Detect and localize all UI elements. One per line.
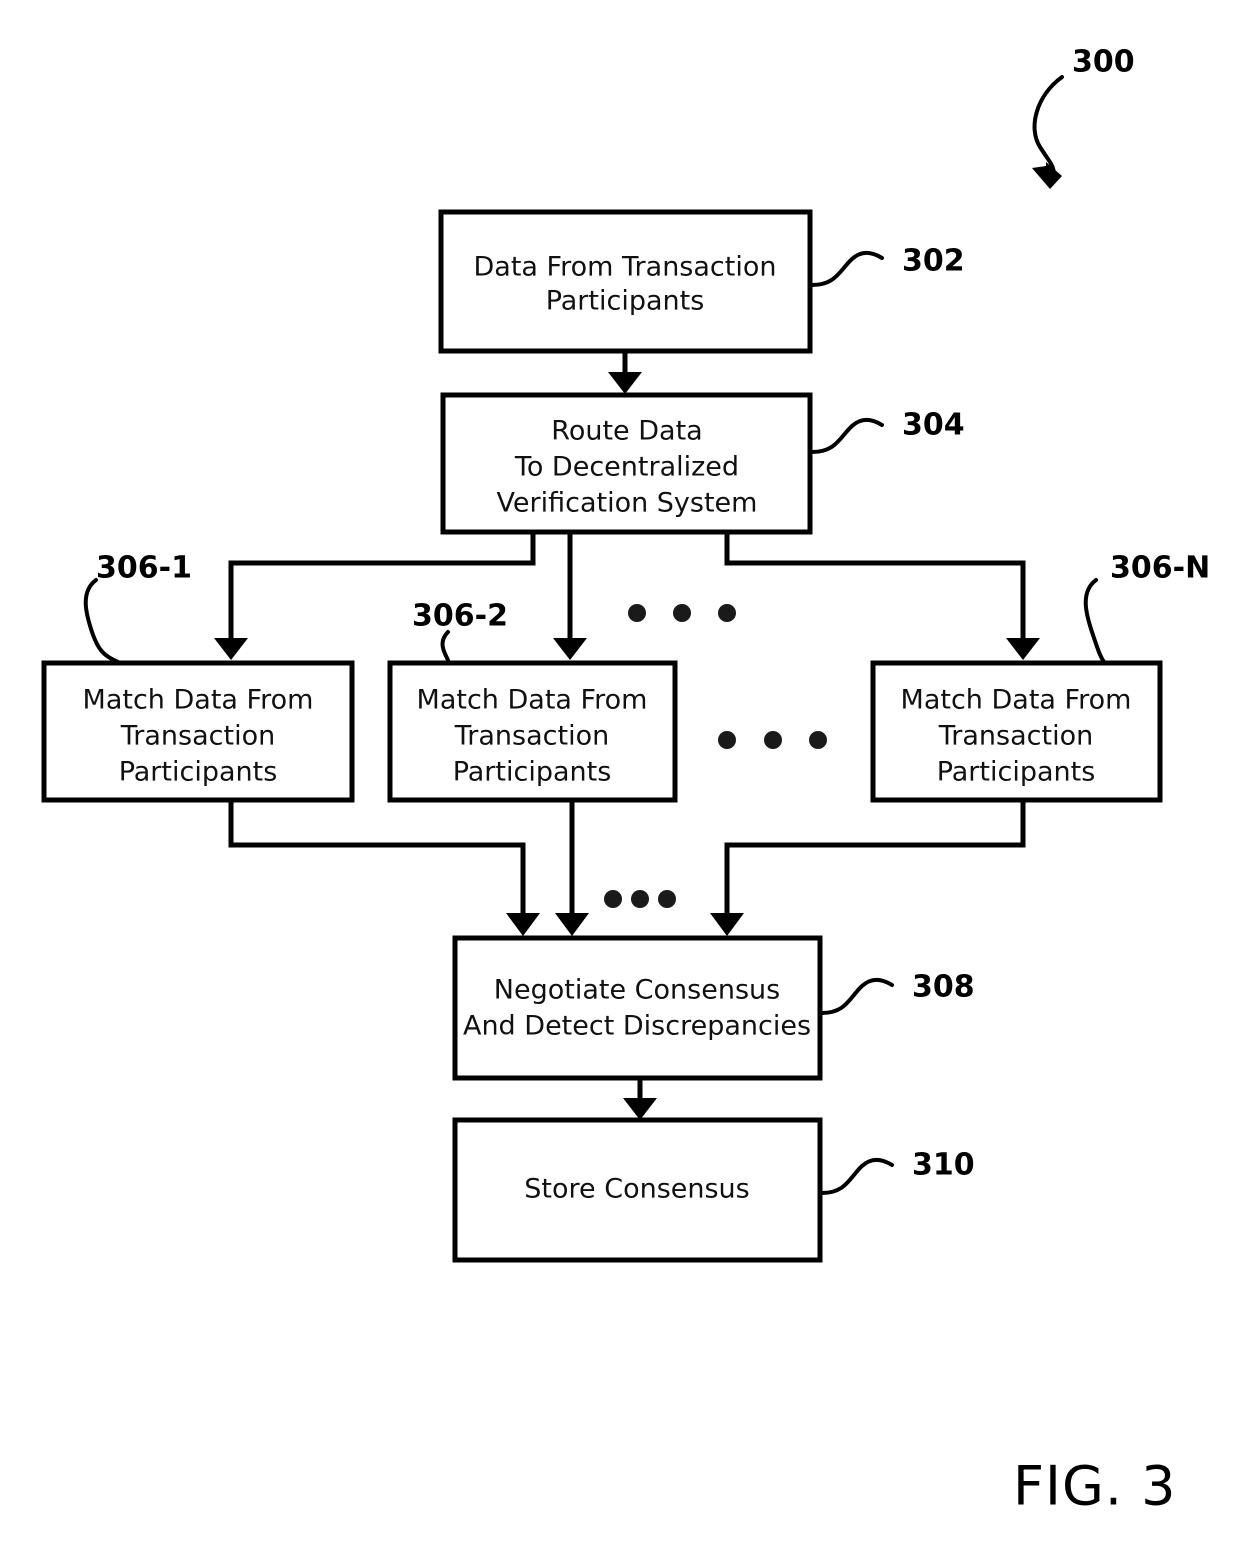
node-306-2-line-3: Participants — [453, 757, 612, 788]
node-304-line-3: Verification System — [497, 488, 758, 519]
ellipsis-top-dot-2 — [673, 604, 691, 622]
node-306-n-line-2: Transaction — [938, 721, 1093, 752]
ref-label-310: 310 — [912, 1148, 975, 1183]
fanout-304-to-306-n — [724, 532, 1040, 660]
fanin-center-arrowhead — [555, 913, 589, 936]
fanout-right-arrowhead — [1006, 638, 1040, 660]
fanout-center-arrowhead — [553, 638, 587, 660]
ellipsis-bottom-dot-3 — [658, 890, 676, 908]
ref-leader-306-2 — [440, 630, 450, 662]
ref-leader-306-n-curve — [1083, 578, 1106, 664]
ref-label-308: 308 — [912, 970, 975, 1005]
ref-label-302: 302 — [902, 244, 965, 279]
ref-leader-306-1 — [83, 578, 120, 664]
ellipsis-top — [628, 604, 736, 622]
ellipsis-middle — [718, 731, 827, 749]
node-310[interactable]: Store Consensus — [452, 1117, 823, 1263]
ref-label-304: 304 — [902, 408, 965, 443]
diagram-ref-300-leader — [1032, 75, 1064, 189]
fanin-right-path — [724, 800, 1026, 915]
fanin-left-path — [228, 800, 526, 915]
node-308-line-2: And Detect Discrepancies — [463, 1011, 811, 1042]
node-304-line-2: To Decentralized — [514, 452, 739, 483]
node-306-1[interactable]: Match Data From Transaction Participants — [41, 660, 355, 803]
node-302[interactable]: Data From Transaction Participants — [438, 209, 813, 354]
node-308-line-1: Negotiate Consensus — [494, 975, 780, 1006]
ellipsis-middle-dot-1 — [718, 731, 736, 749]
fanin-306-n-to-308 — [710, 800, 1026, 936]
ellipsis-bottom-dot-2 — [631, 890, 649, 908]
arrow-308-to-310-head — [623, 1098, 657, 1120]
ref-label-306-1: 306-1 — [96, 551, 192, 586]
fanout-left-arrowhead — [214, 638, 248, 660]
ellipsis-middle-dot-3 — [809, 731, 827, 749]
fanout-304-to-306-2 — [553, 532, 587, 660]
arrow-308-to-310 — [623, 1078, 657, 1120]
node-310-line-1: Store Consensus — [524, 1174, 749, 1205]
ellipsis-top-dot-1 — [628, 604, 646, 622]
node-306-n-line-1: Match Data From — [901, 685, 1132, 716]
node-306-1-line-2: Transaction — [120, 721, 275, 752]
ref-label-300: 300 — [1072, 45, 1135, 80]
ref-leader-306-1-curve — [83, 578, 120, 664]
leader-arrowhead-300 — [1032, 162, 1062, 189]
node-306-2-line-2: Transaction — [454, 721, 609, 752]
node-308[interactable]: Negotiate Consensus And Detect Discrepan… — [452, 935, 823, 1081]
ref-leader-302-curve — [810, 250, 884, 287]
fanout-right-path — [724, 532, 1026, 640]
node-306-1-line-1: Match Data From — [83, 685, 314, 716]
ref-leader-308-curve — [820, 977, 894, 1015]
ellipsis-bottom-dot-1 — [604, 890, 622, 908]
ref-label-306-n: 306-N — [1110, 551, 1210, 586]
ref-leader-310-curve — [820, 1157, 894, 1195]
node-306-n[interactable]: Match Data From Transaction Participants — [870, 660, 1163, 803]
ref-leader-306-n — [1083, 578, 1106, 664]
fanin-306-1-to-308 — [228, 800, 540, 936]
figure-caption: FIG. 3 — [1013, 1455, 1177, 1518]
ref-leader-302 — [810, 250, 884, 287]
node-302-line-2: Participants — [546, 286, 705, 317]
ref-leader-308 — [820, 977, 894, 1015]
node-306-n-line-3: Participants — [937, 757, 1096, 788]
node-306-1-line-3: Participants — [119, 757, 278, 788]
ellipsis-top-dot-3 — [718, 604, 736, 622]
patent-figure: Data From Transaction Participants 302 R… — [0, 0, 1240, 1565]
fanin-left-arrowhead — [506, 913, 540, 936]
arrow-302-to-304-head — [608, 372, 642, 394]
ellipsis-bottom — [604, 890, 676, 908]
node-304-line-1: Route Data — [551, 416, 702, 447]
ref-leader-310 — [820, 1157, 894, 1195]
arrow-302-to-304 — [608, 351, 642, 394]
ref-label-306-2: 306-2 — [412, 599, 508, 634]
fanin-306-2-to-308 — [555, 800, 589, 936]
node-306-2-line-1: Match Data From — [417, 685, 648, 716]
node-302-line-1: Data From Transaction — [474, 252, 777, 283]
ellipsis-middle-dot-2 — [764, 731, 782, 749]
node-304[interactable]: Route Data To Decentralized Verification… — [440, 392, 813, 535]
node-308-rect[interactable] — [452, 935, 823, 1081]
flowchart-diagram: Data From Transaction Participants 302 R… — [41, 45, 1210, 1518]
fanin-right-arrowhead — [710, 913, 744, 936]
ref-leader-306-2-curve — [440, 630, 450, 662]
ref-leader-304-curve — [810, 417, 884, 454]
node-306-2[interactable]: Match Data From Transaction Participants — [387, 660, 678, 803]
ref-leader-304 — [810, 417, 884, 454]
fanout-304-to-306-1 — [214, 532, 536, 660]
